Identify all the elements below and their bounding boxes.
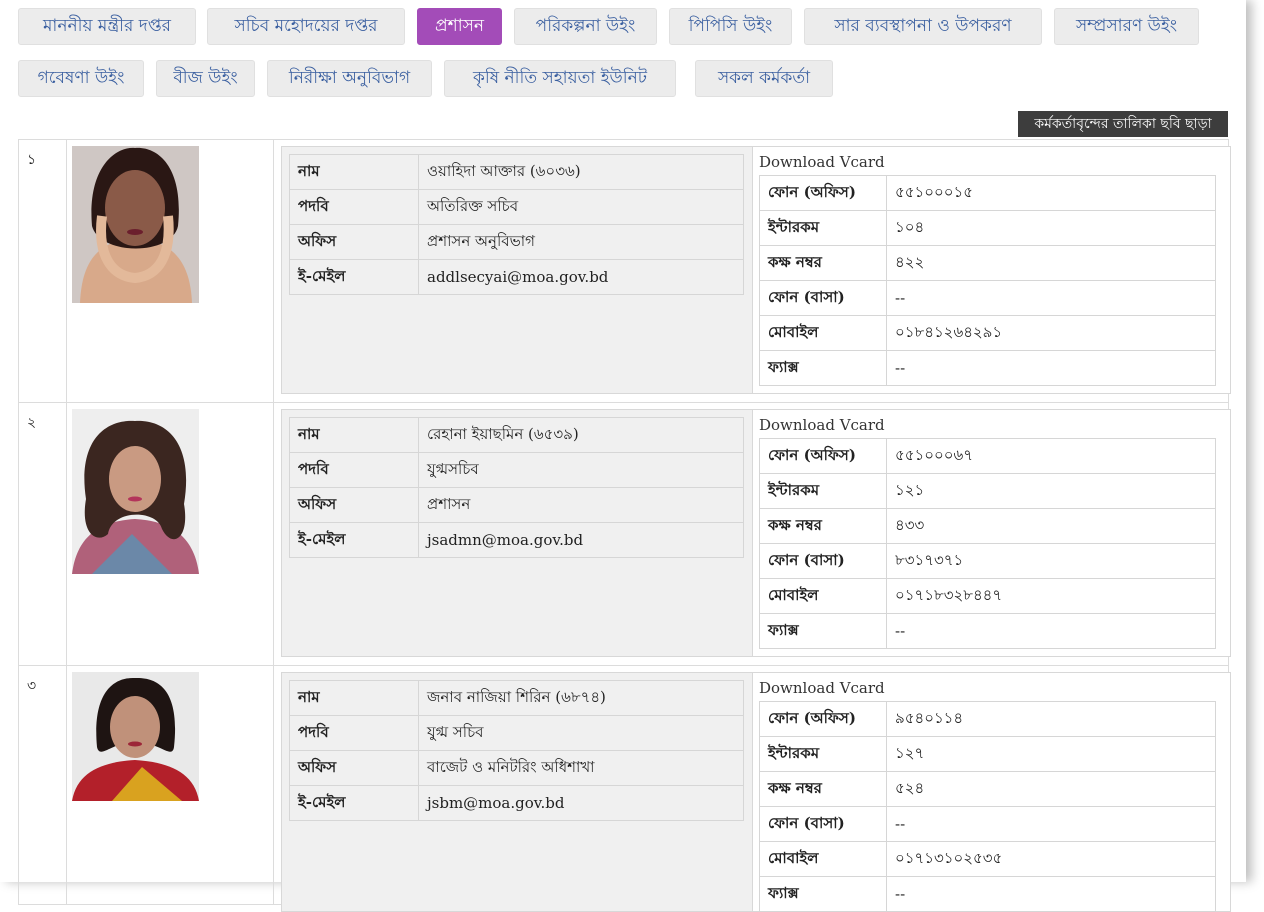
mobile-value: ০১৭১৩১০২৫৩৫	[886, 841, 1216, 877]
email-label: ই-মেইল	[289, 522, 419, 558]
officer-details: নাম ওয়াহিদা আক্তার (৬০৩৬) পদবি অতিরিক্ত স…	[281, 146, 1231, 394]
tab-all-officers[interactable]: সকল কর্মকর্তা	[695, 60, 833, 97]
contact-table: ফোন (অফিস) ৫৫১০০০১৫ ইন্টারকম ১০৪ কক্ষ নম্ব…	[759, 175, 1216, 386]
email-label: ই-মেইল	[289, 259, 419, 295]
phone-office-value: ৫৫১০০০১৫	[886, 175, 1216, 211]
officer-row: ১ নাম ওয়াহিদা আক্তার (৬০৩৬) পদবি অতিরিক্ত…	[18, 139, 1231, 403]
phone-home-value: --	[886, 280, 1216, 316]
tab-administration[interactable]: প্রশাসন	[417, 8, 502, 45]
tab-ppc-wing[interactable]: পিপিসি উইং	[669, 8, 792, 45]
officer-info-table: নাম রেহানা ইয়াছমিন (৬৫৩৯) পদবি যুগ্মসচিব …	[289, 417, 744, 558]
officer-info-table: নাম ওয়াহিদা আক্তার (৬০৩৬) পদবি অতিরিক্ত স…	[289, 154, 744, 295]
phone-home-label: ফোন (বাসা)	[759, 806, 887, 842]
officer-office: প্রশাসন	[418, 487, 744, 523]
contact-table: ফোন (অফিস) ৫৫১০০০৬৭ ইন্টারকম ১২১ কক্ষ নম্ব…	[759, 438, 1216, 649]
contact-table: ফোন (অফিস) ৯৫৪০১১৪ ইন্টারকম ১২৭ কক্ষ নম্বর…	[759, 701, 1216, 912]
photo-cell	[67, 666, 274, 904]
room-label: কক্ষ নম্বর	[759, 245, 887, 281]
tab-research-wing[interactable]: গবেষণা উইং	[18, 60, 144, 97]
download-vcard-link[interactable]: Download Vcard	[759, 416, 885, 434]
serial-number: ৩	[19, 666, 67, 904]
officer-office: বাজেট ও মনিটরিং অধিশাখা	[418, 750, 744, 786]
download-vcard-link[interactable]: Download Vcard	[759, 153, 885, 171]
serial-number: ২	[19, 403, 67, 665]
intercom-value: ১২১	[886, 473, 1216, 509]
tab-seed-wing[interactable]: বীজ উইং	[156, 60, 255, 97]
room-label: কক্ষ নম্বর	[759, 771, 887, 807]
download-vcard-link[interactable]: Download Vcard	[759, 679, 885, 697]
name-label: নাম	[289, 680, 419, 716]
office-label: অফিস	[289, 224, 419, 260]
phone-office-value: ৫৫১০০০৬৭	[886, 438, 1216, 474]
fax-value: --	[886, 350, 1216, 386]
designation-label: পদবি	[289, 452, 419, 488]
mobile-value: ০১৮৪১২৬৪২৯১	[886, 315, 1216, 351]
mobile-label: মোবাইল	[759, 578, 887, 614]
contact-panel: Download Vcard ফোন (অফিস) ৫৫১০০০৬৭ ইন্টার…	[752, 410, 1230, 656]
officer-row: ২ নাম রেহানা ইয়াছমিন (৬৫৩৯) পদবি যুগ্মসচি…	[18, 402, 1231, 666]
tab-secretary-office[interactable]: সচিব মহোদয়ের দপ্তর	[207, 8, 405, 45]
office-label: অফিস	[289, 750, 419, 786]
intercom-label: ইন্টারকম	[759, 736, 887, 772]
mobile-label: মোবাইল	[759, 315, 887, 351]
phone-home-label: ফোন (বাসা)	[759, 280, 887, 316]
phone-home-value: ৮৩১৭৩৭১	[886, 543, 1216, 579]
tab-extension-wing[interactable]: সম্প্রসারণ উইং	[1054, 8, 1199, 45]
designation-label: পদবি	[289, 715, 419, 751]
phone-home-label: ফোন (বাসা)	[759, 543, 887, 579]
room-value: ৫২৪	[886, 771, 1216, 807]
phone-office-value: ৯৫৪০১১৪	[886, 701, 1216, 737]
intercom-label: ইন্টারকম	[759, 210, 887, 246]
room-value: ৪২২	[886, 245, 1216, 281]
phone-office-label: ফোন (অফিস)	[759, 175, 887, 211]
officer-name: ওয়াহিদা আক্তার (৬০৩৬)	[418, 154, 744, 190]
designation-label: পদবি	[289, 189, 419, 225]
mobile-value: ০১৭১৮৩২৮৪৪৭	[886, 578, 1216, 614]
officer-designation: অতিরিক্ত সচিব	[418, 189, 744, 225]
officer-email[interactable]: jsadmn@moa.gov.bd	[418, 522, 744, 558]
tab-agri-policy-unit[interactable]: কৃষি নীতি সহায়তা ইউনিট	[444, 60, 676, 97]
officer-email[interactable]: addlsecyai@moa.gov.bd	[418, 259, 744, 295]
officer-row: ৩ নাম জনাব নাজিয়া শিরিন (৬৮৭৪) পদবি যুগ্ম…	[18, 665, 1231, 912]
fax-value: --	[886, 613, 1216, 649]
fax-label: ফ্যাক্স	[759, 350, 887, 386]
officer-office: প্রশাসন অনুবিভাগ	[418, 224, 744, 260]
tab-planning-wing[interactable]: পরিকল্পনা উইং	[514, 8, 657, 45]
intercom-label: ইন্টারকম	[759, 473, 887, 509]
serial-number: ১	[19, 140, 67, 402]
mobile-label: মোবাইল	[759, 841, 887, 877]
office-label: অফিস	[289, 487, 419, 523]
officer-photo	[72, 409, 199, 574]
officer-photo	[72, 146, 199, 303]
room-value: ৪৩৩	[886, 508, 1216, 544]
page-frame: মাননীয় মন্ত্রীর দপ্তর সচিব মহোদয়ের দপ্…	[0, 0, 1246, 912]
officer-name: জনাব নাজিয়া শিরিন (৬৮৭৪)	[418, 680, 744, 716]
tab-fertilizer-management[interactable]: সার ব্যবস্থাপনা ও উপকরণ	[804, 8, 1042, 45]
intercom-value: ১০৪	[886, 210, 1216, 246]
officer-details: নাম জনাব নাজিয়া শিরিন (৬৮৭৪) পদবি যুগ্ম স…	[281, 672, 1231, 912]
email-label: ই-মেইল	[289, 785, 419, 821]
photo-cell	[67, 140, 274, 402]
officer-name: রেহানা ইয়াছমিন (৬৫৩৯)	[418, 417, 744, 453]
phone-home-value: --	[886, 806, 1216, 842]
phone-office-label: ফোন (অফিস)	[759, 701, 887, 737]
room-label: কক্ষ নম্বর	[759, 508, 887, 544]
phone-office-label: ফোন (অফিস)	[759, 438, 887, 474]
photo-cell	[67, 403, 274, 665]
name-label: নাম	[289, 154, 419, 190]
list-without-photo-link[interactable]: কর্মকর্তাবৃন্দের তালিকা ছবি ছাড়া	[1018, 111, 1228, 137]
officer-details: নাম রেহানা ইয়াছমিন (৬৫৩৯) পদবি যুগ্মসচিব …	[281, 409, 1231, 657]
officer-photo	[72, 672, 199, 801]
tab-audit-division[interactable]: নিরীক্ষা অনুবিভাগ	[267, 60, 432, 97]
officer-email[interactable]: jsbm@moa.gov.bd	[418, 785, 744, 821]
officer-designation: যুগ্ম সচিব	[418, 715, 744, 751]
officer-info-table: নাম জনাব নাজিয়া শিরিন (৬৮৭৪) পদবি যুগ্ম স…	[289, 680, 744, 821]
fax-label: ফ্যাক্স	[759, 613, 887, 649]
intercom-value: ১২৭	[886, 736, 1216, 772]
name-label: নাম	[289, 417, 419, 453]
contact-panel: Download Vcard ফোন (অফিস) ৫৫১০০০১৫ ইন্টার…	[752, 147, 1230, 393]
contact-panel: Download Vcard ফোন (অফিস) ৯৫৪০১১৪ ইন্টারক…	[752, 673, 1230, 912]
officer-designation: যুগ্মসচিব	[418, 452, 744, 488]
tab-minister-office[interactable]: মাননীয় মন্ত্রীর দপ্তর	[18, 8, 196, 45]
